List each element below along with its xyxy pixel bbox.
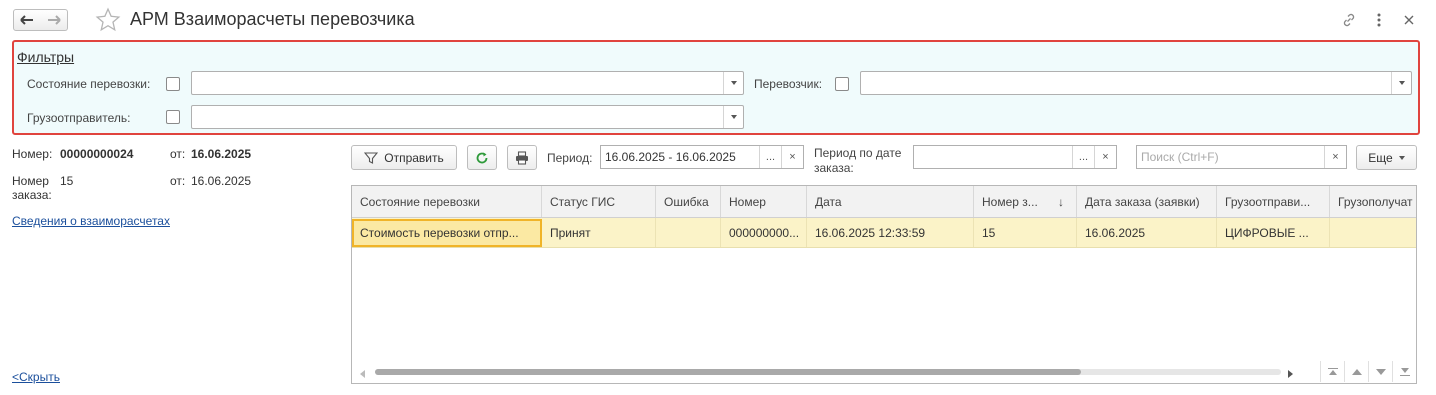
send-button[interactable]: Отправить bbox=[351, 145, 457, 170]
more-button[interactable]: Еще bbox=[1356, 145, 1417, 170]
dropdown-arrow-icon[interactable] bbox=[723, 72, 743, 94]
table-cell-consignee[interactable] bbox=[1330, 218, 1416, 247]
carrier-filter-checkbox[interactable] bbox=[835, 77, 849, 91]
go-to-last-icon[interactable] bbox=[1392, 361, 1416, 382]
column-header-state[interactable]: Состояние перевозки bbox=[352, 186, 542, 217]
favorite-star-icon[interactable] bbox=[95, 7, 121, 36]
chevron-down-icon bbox=[1398, 155, 1405, 160]
document-date: 16.06.2025 bbox=[191, 147, 252, 161]
order-number-value: 15 bbox=[60, 174, 74, 188]
column-header-shipper[interactable]: Грузоотправи... bbox=[1217, 186, 1330, 217]
table-cell-error[interactable] bbox=[656, 218, 721, 247]
order-period-clear-button[interactable]: × bbox=[1094, 146, 1116, 168]
column-header-number[interactable]: Номер bbox=[721, 186, 807, 217]
table-cell-shipper[interactable]: ЦИФРОВЫЕ ... bbox=[1217, 218, 1330, 247]
arrow-left-icon bbox=[20, 15, 33, 25]
table-cell-gis-status[interactable]: Принят bbox=[542, 218, 656, 247]
state-filter-checkbox[interactable] bbox=[166, 77, 180, 91]
order-from-label: от: bbox=[170, 174, 186, 188]
carrier-filter-combo[interactable] bbox=[860, 71, 1412, 95]
search-placeholder: Поиск (Ctrl+F) bbox=[1141, 150, 1219, 164]
period-clear-button[interactable]: × bbox=[781, 146, 803, 168]
order-date: 16.06.2025 bbox=[191, 174, 252, 188]
column-header-order-date[interactable]: Дата заказа (заявки) bbox=[1077, 186, 1217, 217]
state-filter-label: Состояние перевозки: bbox=[27, 77, 151, 91]
period-select-button[interactable]: ... bbox=[759, 146, 781, 168]
refresh-button[interactable] bbox=[467, 145, 497, 170]
order-period-field[interactable]: ... × bbox=[913, 145, 1117, 169]
state-filter-combo[interactable] bbox=[191, 71, 744, 95]
period-field[interactable]: 16.06.2025 - 16.06.2025 ... × bbox=[600, 145, 804, 169]
period-value: 16.06.2025 - 16.06.2025 bbox=[605, 150, 736, 164]
dropdown-arrow-icon[interactable] bbox=[1391, 72, 1411, 94]
from-label: от: bbox=[170, 147, 186, 161]
order-period-select-button[interactable]: ... bbox=[1072, 146, 1094, 168]
more-vertical-icon[interactable] bbox=[1369, 10, 1389, 30]
period-label: Период: bbox=[547, 151, 593, 165]
filters-header-link[interactable]: Фильтры bbox=[17, 49, 74, 65]
hide-link[interactable]: <Скрыть bbox=[12, 370, 60, 384]
table-cell-order-date[interactable]: 16.06.2025 bbox=[1077, 218, 1217, 247]
scrollbar-thumb[interactable] bbox=[375, 369, 1081, 375]
search-input[interactable]: Поиск (Ctrl+F) × bbox=[1136, 145, 1347, 169]
printer-icon bbox=[516, 150, 528, 165]
scrollbar-track[interactable] bbox=[375, 369, 1281, 375]
table-cell-order-number[interactable]: 15 bbox=[974, 218, 1077, 247]
horizontal-scrollbar[interactable] bbox=[352, 361, 1416, 383]
number-label: Номер: bbox=[12, 147, 53, 161]
data-table: Состояние перевозки Статус ГИС Ошибка Но… bbox=[351, 185, 1417, 384]
table-row[interactable]: Стоимость перевозки отпр... Принят 00000… bbox=[352, 218, 1416, 248]
column-header-error[interactable]: Ошибка bbox=[656, 186, 721, 217]
table-cell-state[interactable]: Стоимость перевозки отпр... bbox=[352, 219, 542, 247]
table-cell-date[interactable]: 16.06.2025 12:33:59 bbox=[807, 218, 974, 247]
column-header-order-number[interactable]: Номер з... ↓ bbox=[974, 186, 1077, 217]
refresh-icon bbox=[476, 152, 488, 163]
scroll-left-icon[interactable] bbox=[360, 367, 366, 381]
close-icon[interactable] bbox=[1399, 10, 1419, 30]
shipper-filter-combo[interactable] bbox=[191, 105, 744, 129]
carrier-filter-label: Перевозчик: bbox=[754, 77, 823, 91]
more-button-label: Еще bbox=[1368, 150, 1393, 165]
column-header-date[interactable]: Дата bbox=[807, 186, 974, 217]
column-header-consignee[interactable]: Грузополучат bbox=[1330, 186, 1416, 217]
table-header: Состояние перевозки Статус ГИС Ошибка Но… bbox=[352, 186, 1416, 218]
filter-icon bbox=[364, 151, 379, 164]
settlements-link[interactable]: Сведения о взаиморасчетах bbox=[12, 214, 170, 228]
sort-arrow-icon: ↓ bbox=[1058, 194, 1064, 209]
arrow-right-icon bbox=[47, 15, 61, 25]
search-clear-button[interactable]: × bbox=[1324, 146, 1346, 168]
go-to-first-icon[interactable] bbox=[1320, 361, 1344, 382]
print-button[interactable] bbox=[507, 145, 537, 170]
table-cell-number[interactable]: 000000000... bbox=[721, 218, 807, 247]
scroll-down-icon[interactable] bbox=[1368, 361, 1392, 382]
page-title: АРМ Взаиморасчеты перевозчика bbox=[130, 9, 415, 29]
column-header-gis-status[interactable]: Статус ГИС bbox=[542, 186, 656, 217]
forward-button[interactable] bbox=[40, 9, 68, 31]
dropdown-arrow-icon[interactable] bbox=[723, 106, 743, 128]
link-icon[interactable] bbox=[1339, 10, 1359, 30]
order-number-label: Номер заказа: bbox=[12, 174, 52, 202]
order-period-label: Период по дате заказа: bbox=[814, 146, 902, 175]
shipper-filter-checkbox[interactable] bbox=[166, 110, 180, 124]
back-button[interactable] bbox=[13, 9, 41, 31]
scroll-up-icon[interactable] bbox=[1344, 361, 1368, 382]
number-value: 00000000024 bbox=[60, 147, 134, 161]
scroll-right-icon[interactable] bbox=[1287, 367, 1293, 381]
shipper-filter-label: Грузоотправитель: bbox=[27, 111, 131, 125]
send-button-label: Отправить bbox=[384, 150, 444, 165]
